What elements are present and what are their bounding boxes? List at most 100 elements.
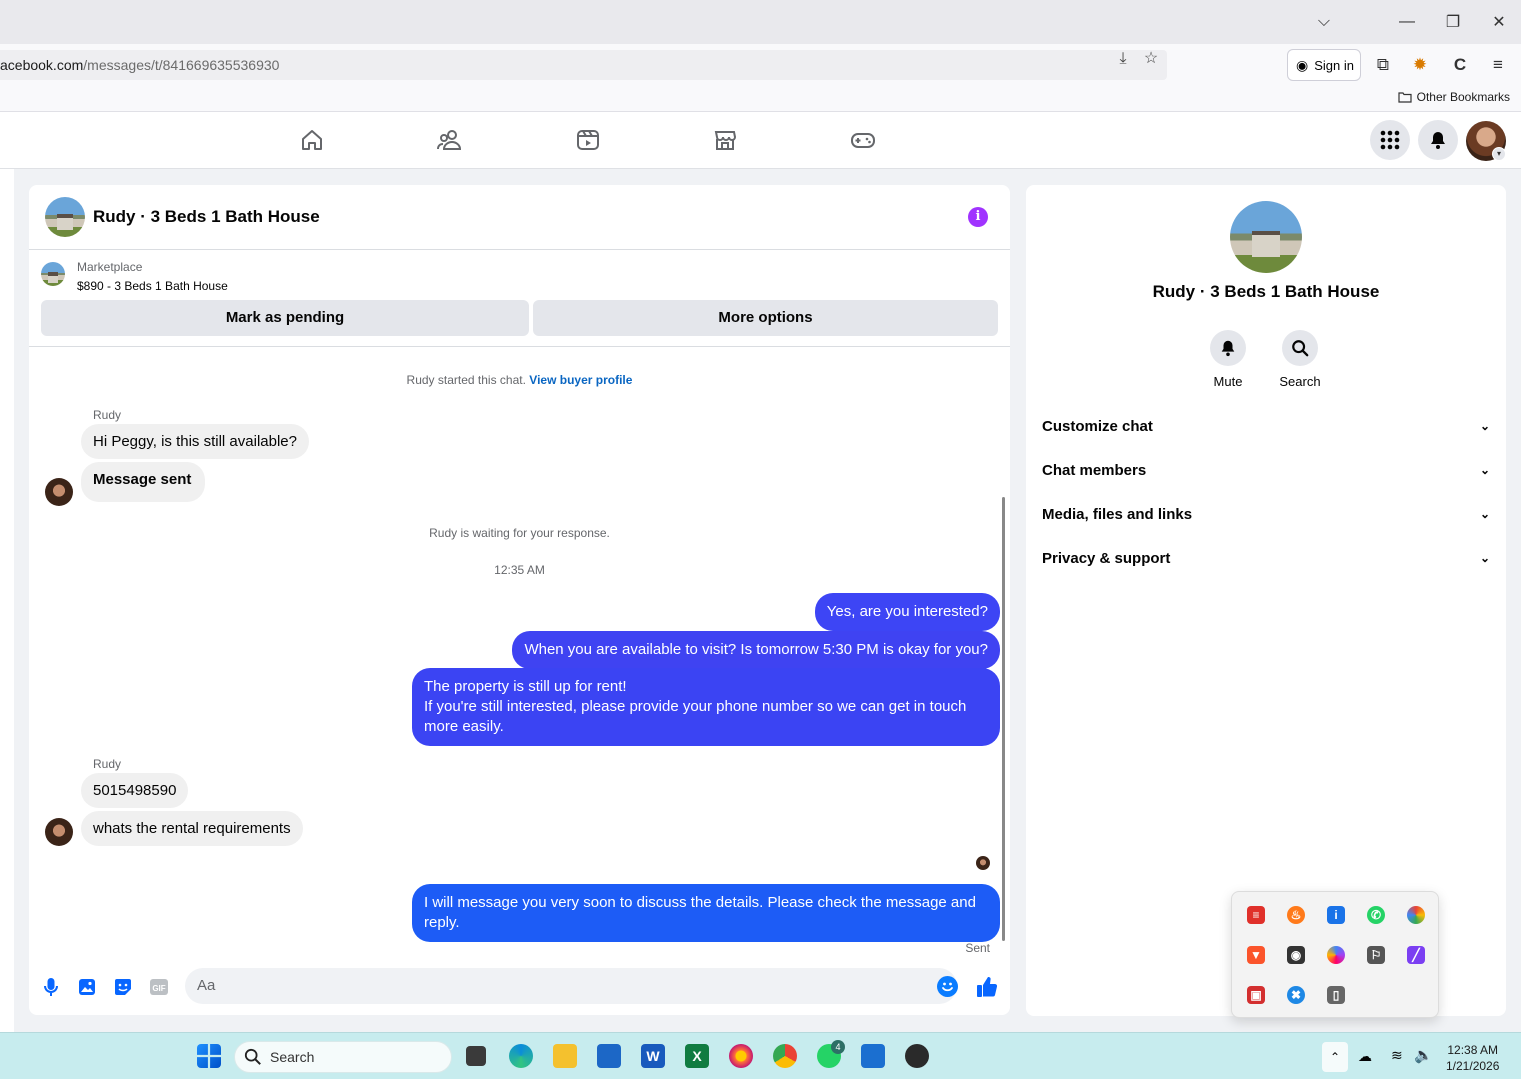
other-bookmarks[interactable]: Other Bookmarks bbox=[1398, 90, 1510, 104]
chrome-icon[interactable] bbox=[773, 1044, 797, 1068]
outgoing-message[interactable]: Yes, are you interested? bbox=[814, 593, 1000, 631]
outgoing-message[interactable]: The property is still up for rent! If yo… bbox=[412, 668, 1000, 746]
brave-icon[interactable]: ▼ bbox=[1247, 946, 1265, 964]
chat-scrollbar[interactable] bbox=[1002, 497, 1005, 941]
like-thumb-icon[interactable] bbox=[976, 976, 998, 998]
chat-members-section[interactable]: Chat members ⌄ bbox=[1042, 458, 1490, 482]
gif-icon[interactable]: GIF bbox=[148, 976, 170, 998]
marketplace-icon[interactable] bbox=[712, 127, 738, 153]
download-page-icon[interactable]: ⤓ bbox=[1114, 50, 1132, 68]
chat-title[interactable]: Rudy · 3 Beds 1 Bath House bbox=[93, 207, 320, 227]
photo-icon[interactable] bbox=[76, 976, 98, 998]
flame-app-icon[interactable]: ♨ bbox=[1287, 906, 1305, 924]
conversation-avatar[interactable] bbox=[1230, 201, 1302, 273]
view-buyer-profile-link[interactable]: View buyer profile bbox=[529, 373, 632, 387]
show-hidden-icons-chevron-icon[interactable]: ⌃ bbox=[1322, 1042, 1348, 1072]
incoming-message[interactable]: Hi Peggy, is this still available? bbox=[81, 424, 309, 459]
menu-grid-button[interactable] bbox=[1370, 120, 1410, 160]
info-app-icon[interactable]: i bbox=[1327, 906, 1345, 924]
excel-icon[interactable]: X bbox=[685, 1044, 709, 1068]
taskbar-search[interactable]: Search bbox=[234, 1041, 452, 1073]
wifi-icon[interactable]: ≋ bbox=[1391, 1047, 1403, 1064]
notifications-button[interactable] bbox=[1418, 120, 1458, 160]
extension-c-icon[interactable]: C bbox=[1449, 54, 1471, 76]
extensions-icon[interactable]: ⧉ bbox=[1372, 54, 1394, 76]
chat-avatar[interactable] bbox=[45, 197, 85, 237]
home-icon[interactable] bbox=[299, 127, 325, 153]
search-conversation-button[interactable]: Search bbox=[1265, 330, 1335, 389]
colorwheel-app-icon[interactable] bbox=[1407, 906, 1425, 924]
usb-device-icon[interactable]: ▯ bbox=[1327, 986, 1345, 1004]
bookmark-star-icon[interactable]: ☆ bbox=[1142, 50, 1160, 68]
sticker-icon[interactable] bbox=[112, 976, 134, 998]
privacy-support-section[interactable]: Privacy & support ⌄ bbox=[1042, 546, 1490, 570]
cloud-offline-icon[interactable]: ☁ bbox=[1358, 1048, 1372, 1065]
chat-started-text: Rudy started this chat. bbox=[406, 373, 526, 387]
tray-overflow-popup: ≡ ♨ i ✆ ▼ ◉ ⚐ ╱ ▣ ✖ ▯ bbox=[1231, 891, 1439, 1018]
restore-button[interactable]: ❐ bbox=[1439, 10, 1467, 34]
outgoing-message[interactable]: When you are available to visit? Is tomo… bbox=[512, 631, 1000, 669]
task-view-icon[interactable] bbox=[466, 1046, 486, 1066]
security-app-icon[interactable]: ✖ bbox=[1287, 986, 1305, 1004]
firefox-icon[interactable] bbox=[729, 1044, 753, 1068]
microphone-icon[interactable] bbox=[40, 976, 62, 998]
windows-flag-icon[interactable]: ⚐ bbox=[1367, 946, 1385, 964]
conversation-title: Rudy · 3 Beds 1 Bath House bbox=[1152, 282, 1380, 301]
app-icon[interactable] bbox=[905, 1044, 929, 1068]
customize-chat-section[interactable]: Customize chat ⌄ bbox=[1042, 414, 1490, 438]
outgoing-message[interactable]: I will message you very soon to discuss … bbox=[412, 884, 1000, 942]
system-clock[interactable]: 12:38 AM 1/21/2026 bbox=[1446, 1042, 1499, 1074]
expressvpn-icon[interactable]: ≡ bbox=[1247, 906, 1265, 924]
section-label: Privacy & support bbox=[1042, 549, 1171, 567]
menu-icon[interactable]: ≡ bbox=[1487, 54, 1509, 76]
incoming-message[interactable]: 5015498590 bbox=[81, 773, 189, 808]
search-icon bbox=[1292, 340, 1309, 357]
volume-icon[interactable]: 🔈 bbox=[1414, 1046, 1433, 1064]
friends-icon[interactable] bbox=[437, 127, 463, 153]
grid-icon bbox=[1380, 130, 1400, 150]
sender-avatar[interactable] bbox=[45, 478, 73, 506]
incoming-message[interactable]: whats the rental requirements bbox=[81, 811, 303, 846]
word-icon[interactable]: W bbox=[641, 1044, 665, 1068]
sent-status: Sent bbox=[965, 941, 990, 955]
more-options-button[interactable]: More options bbox=[533, 300, 998, 336]
minimize-button[interactable]: — bbox=[1393, 10, 1421, 34]
message-input[interactable]: Aa bbox=[185, 968, 957, 1004]
mute-button[interactable]: Mute bbox=[1193, 330, 1263, 389]
account-icon: ◉ bbox=[1296, 56, 1309, 73]
copilot-icon[interactable] bbox=[1327, 946, 1345, 964]
divider bbox=[29, 346, 1010, 347]
clock-time: 12:38 AM bbox=[1447, 1043, 1499, 1057]
gaming-icon[interactable] bbox=[850, 127, 876, 153]
start-windows-icon[interactable] bbox=[197, 1044, 221, 1068]
close-window-button[interactable]: ✕ bbox=[1485, 10, 1513, 34]
message-line: If you're still interested, please provi… bbox=[424, 698, 967, 735]
store-icon[interactable] bbox=[597, 1044, 621, 1068]
incoming-message[interactable]: Message sent bbox=[81, 462, 206, 502]
listing-thumbnail[interactable] bbox=[41, 262, 65, 286]
sign-in-button[interactable]: ◉ Sign in bbox=[1287, 49, 1361, 81]
other-bookmarks-label: Other Bookmarks bbox=[1416, 90, 1510, 104]
pen-app-icon[interactable]: ╱ bbox=[1407, 946, 1425, 964]
sender-name: Rudy bbox=[93, 408, 122, 422]
emoji-icon[interactable] bbox=[937, 976, 958, 997]
media-files-links-section[interactable]: Media, files and links ⌄ bbox=[1042, 502, 1490, 526]
tab-list-chevron-icon[interactable]: ⌵ bbox=[1310, 10, 1338, 34]
notepad-icon[interactable] bbox=[861, 1044, 885, 1068]
url-bar[interactable]: acebook.com/messages/t/841669635536930 bbox=[0, 50, 1167, 80]
section-label: Media, files and links bbox=[1042, 505, 1193, 523]
listing-title[interactable]: $890 - 3 Beds 1 Bath House bbox=[77, 279, 228, 293]
extension-fox-icon[interactable]: ✹ bbox=[1409, 54, 1431, 76]
mark-as-pending-button[interactable]: Mark as pending bbox=[41, 300, 529, 336]
account-chevron-icon[interactable]: ▾ bbox=[1492, 147, 1506, 161]
info-icon[interactable]: i bbox=[968, 207, 988, 227]
section-label: Customize chat bbox=[1042, 417, 1153, 435]
sender-avatar[interactable] bbox=[45, 818, 73, 846]
file-explorer-icon[interactable] bbox=[553, 1044, 577, 1068]
chevron-down-icon: ⌄ bbox=[1479, 507, 1490, 521]
edge-icon[interactable] bbox=[509, 1044, 533, 1068]
pdf-app-icon[interactable]: ▣ bbox=[1247, 986, 1265, 1004]
whatsapp-tray-icon[interactable]: ✆ bbox=[1367, 906, 1385, 924]
video-icon[interactable] bbox=[575, 127, 601, 153]
wifi-app-icon[interactable]: ◉ bbox=[1287, 946, 1305, 964]
